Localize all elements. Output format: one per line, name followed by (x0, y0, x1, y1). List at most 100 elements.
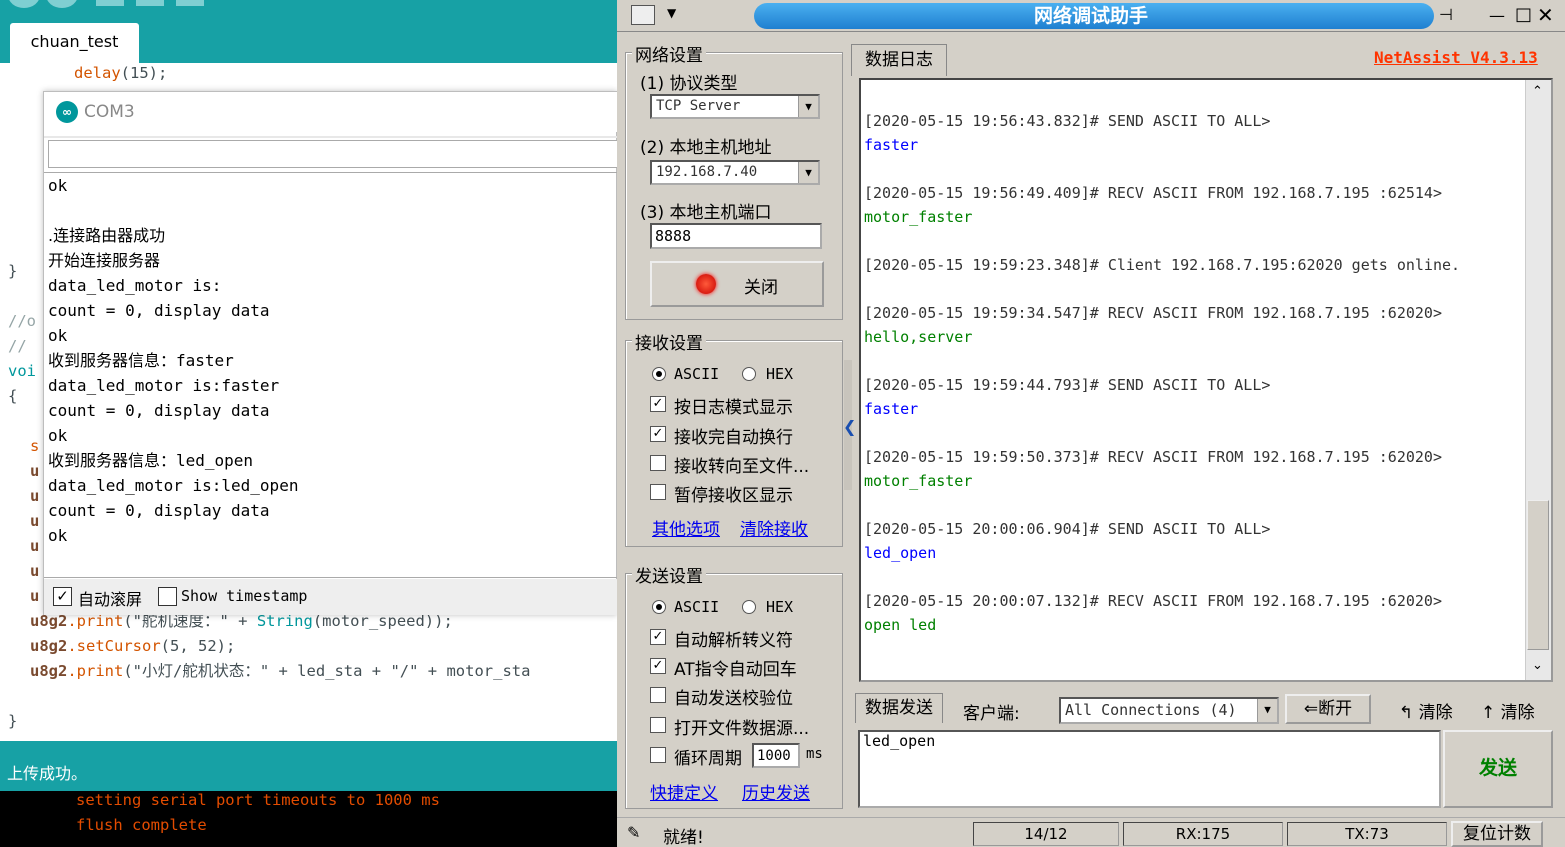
receive-log-area[interactable]: [2020-05-15 19:56:43.832]# SEND ASCII TO… (859, 78, 1553, 682)
cycle-unit: ms (806, 746, 823, 762)
serial-output-line: data_led_motor is: (48, 276, 222, 295)
code-token: (5, 52); (160, 637, 236, 655)
code-line: } (8, 262, 18, 280)
group-label: 网络设置 (632, 41, 706, 66)
status-count: 14/12 (973, 822, 1119, 846)
code-line: //o (8, 312, 36, 330)
serial-send-input[interactable] (48, 140, 617, 168)
send-option-checkbox[interactable]: ✓ (650, 629, 666, 645)
send-option-checkbox[interactable] (650, 717, 666, 733)
console-line: flush complete (76, 816, 207, 834)
log-entry-header: [2020-05-15 19:56:43.832]# SEND ASCII TO… (864, 112, 1271, 130)
status-rx: RX:175 (1123, 822, 1283, 846)
client-select[interactable]: All Connections (4) ▼ (1059, 697, 1279, 724)
log-entry-header: [2020-05-15 19:56:49.409]# RECV ASCII FR… (864, 184, 1442, 202)
scrollbar-thumb[interactable] (1527, 500, 1549, 650)
serial-output-line: .连接路由器成功 (48, 226, 166, 245)
host-select[interactable]: 192.168.7.40 ▼ (650, 160, 820, 185)
code-token: .setCursor (67, 637, 161, 655)
send-option-checkbox[interactable] (650, 687, 666, 703)
network-settings-group: 网络设置 (1) 协议类型 TCP Server ▼ (2) 本地主机地址 192… (625, 41, 843, 320)
group-label: 发送设置 (632, 562, 706, 587)
serial-output-line: count = 0, display data (48, 401, 270, 420)
send-history-link[interactable]: 历史发送 (742, 779, 810, 804)
autoscroll-checkbox[interactable]: ✓ (53, 587, 72, 606)
code-line: u (30, 462, 40, 480)
clear-all-label: 清除 (1500, 703, 1535, 723)
reset-count-button[interactable]: 复位计数 (1451, 821, 1543, 847)
ide-console: setting serial port timeouts to 1000 ms … (0, 791, 617, 847)
serial-output-line: ok (48, 326, 68, 345)
serial-output[interactable]: ok .连接路由器成功 开始连接服务器 data_led_motor is: c… (44, 172, 617, 578)
recv-option-checkbox[interactable]: ✓ (650, 396, 666, 412)
code-line: s (30, 437, 40, 455)
recv-ascii-radio[interactable] (652, 367, 666, 381)
clear-send-button[interactable]: ↰ 清除 (1399, 698, 1453, 723)
code-line: { (8, 387, 18, 405)
recv-option-label: 按日志模式显示 (674, 398, 793, 418)
verify-button[interactable] (8, 0, 40, 8)
chevron-down-icon: ▼ (798, 162, 818, 183)
recv-option-checkbox[interactable] (650, 455, 666, 471)
ide-status-bar: 上传成功。 (0, 741, 617, 791)
send-button[interactable]: 发送 (1443, 730, 1553, 808)
serial-output-line: ok (48, 526, 68, 545)
close-connection-button[interactable]: 关闭 (650, 261, 824, 307)
code-line: u (30, 562, 40, 580)
log-entry-body: hello,server (864, 328, 973, 346)
send-ascii-radio[interactable] (652, 600, 666, 614)
scroll-down-icon[interactable]: ⌄ (1532, 658, 1543, 673)
upload-button[interactable] (46, 0, 78, 8)
clear-all-button[interactable]: ↑ 清除 (1481, 698, 1535, 723)
shortcut-define-link[interactable]: 快捷定义 (650, 779, 718, 804)
chevron-down-icon: ▼ (1257, 699, 1277, 722)
code-line: u8g2.setCursor(5, 52); (30, 636, 235, 656)
open-button[interactable] (136, 0, 164, 6)
close-label: 关闭 (744, 278, 778, 298)
cycle-checkbox[interactable] (650, 747, 666, 763)
code-line: u (30, 512, 40, 530)
send-option-checkbox[interactable]: ✓ (650, 658, 666, 674)
log-entry-body: motor_faster (864, 208, 973, 226)
save-button[interactable] (176, 0, 204, 6)
arrow-left-icon: ⇐ (1303, 699, 1319, 719)
more-options-link[interactable]: 其他选项 (652, 515, 720, 540)
receive-settings-group: 接收设置 ASCII HEX ✓ 按日志模式显示 ✓ 接收完自动换行 接收转向至… (625, 329, 843, 547)
log-entry-body: led_open (864, 544, 937, 562)
clear-receive-link[interactable]: 清除接收 (740, 515, 808, 540)
new-button[interactable] (96, 0, 124, 6)
collapse-arrow-icon[interactable]: ❮ (843, 417, 856, 436)
protocol-select[interactable]: TCP Server ▼ (650, 94, 820, 119)
pin-icon[interactable]: ⊣ (1439, 5, 1453, 24)
recv-option-checkbox[interactable] (650, 484, 666, 500)
tab-data-send[interactable]: 数据发送 (855, 693, 943, 723)
minimize-icon[interactable]: — (1489, 6, 1505, 25)
group-label: 接收设置 (632, 329, 706, 354)
disconnect-button[interactable]: ⇐断开 (1285, 694, 1371, 724)
maximize-icon[interactable]: □ (1515, 4, 1532, 25)
tab-data-log[interactable]: 数据日志 (851, 44, 947, 76)
divider (44, 136, 617, 138)
close-icon[interactable]: ✕ (1537, 3, 1554, 27)
send-textarea[interactable]: led_open (858, 730, 1441, 808)
serial-monitor-title: COM3 (84, 102, 135, 122)
send-hex-radio[interactable] (742, 600, 756, 614)
netassist-titlebar[interactable]: ▼ 网络调试助手 ⊣ — □ ✕ (617, 0, 1565, 32)
port-input[interactable] (650, 223, 822, 249)
code-token: delay (74, 64, 121, 82)
recv-hex-radio[interactable] (742, 367, 756, 381)
timestamp-checkbox[interactable] (158, 587, 177, 606)
clear-up-icon: ↑ (1481, 703, 1501, 723)
code-line: u (30, 487, 40, 505)
recv-option-label: 接收完自动换行 (674, 428, 793, 448)
serial-output-line: data_led_motor is:led_open (48, 476, 299, 495)
serial-monitor-titlebar[interactable]: ∞ COM3 (44, 92, 617, 132)
code-line: // (8, 337, 36, 355)
recv-option-checkbox[interactable]: ✓ (650, 426, 666, 442)
log-scrollbar[interactable]: ⌃ ⌄ (1525, 80, 1551, 680)
scroll-up-icon[interactable]: ⌃ (1532, 84, 1543, 99)
log-entry-body: open led (864, 616, 937, 634)
sketch-tab[interactable]: chuan_test (10, 23, 139, 63)
brand-link[interactable]: NetAssist V4.3.13 (1374, 48, 1538, 67)
cycle-period-input[interactable] (752, 743, 800, 768)
